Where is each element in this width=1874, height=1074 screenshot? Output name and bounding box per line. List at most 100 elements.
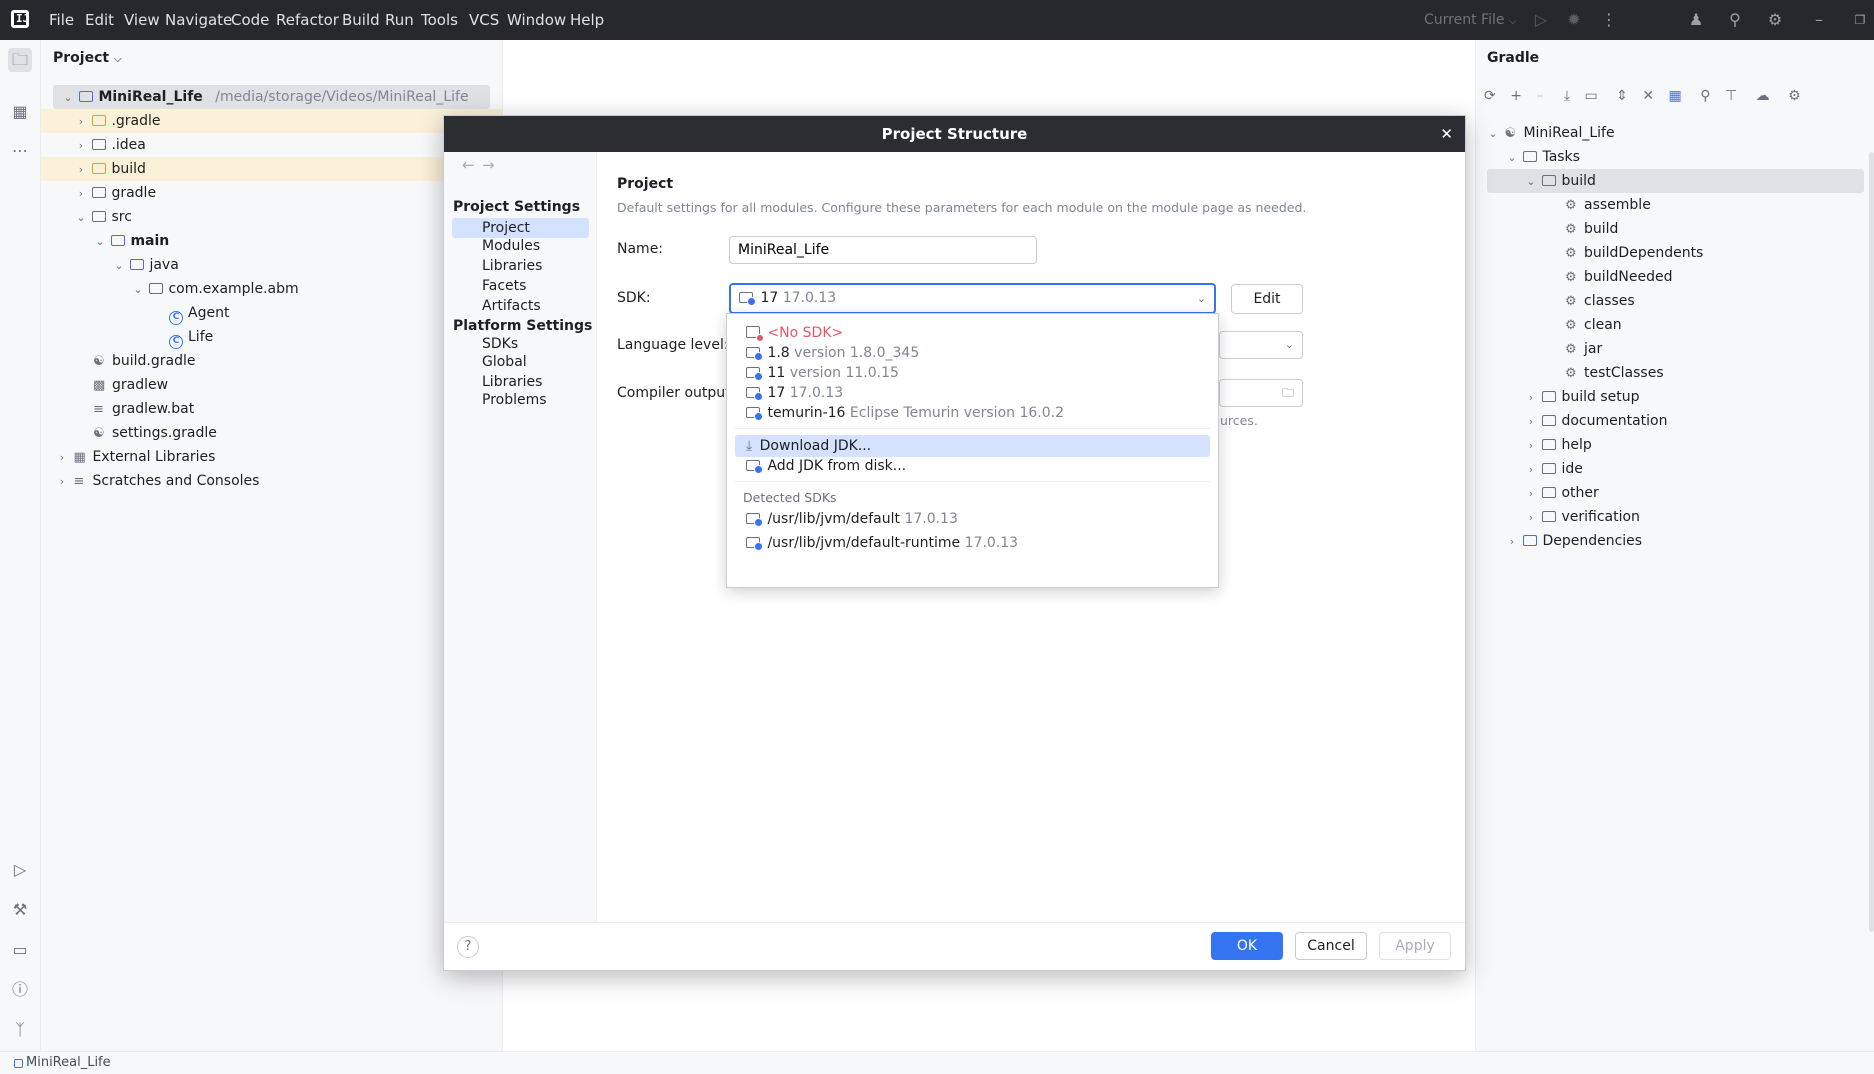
tree-item-java[interactable]: ⌄ java	[41, 253, 503, 277]
back-arrow-icon[interactable]: ←	[462, 156, 475, 174]
menu-vcs[interactable]: VCS	[469, 0, 499, 40]
language-level-combobox-edge[interactable]: ⌄	[1219, 331, 1303, 359]
menu-window[interactable]: Window	[507, 0, 566, 40]
link-project-icon[interactable]: ▦	[1669, 88, 1682, 104]
browse-folder-icon[interactable]: 🗀	[1282, 380, 1294, 406]
tree-item-external-libraries[interactable]: › ▦ External Libraries	[41, 445, 503, 469]
gradle-task[interactable]: ⚙ testClasses	[1565, 361, 1664, 385]
status-project-name[interactable]: MiniReal_Life	[26, 1052, 111, 1074]
close-icon[interactable]: ✕	[1440, 116, 1453, 152]
collapse-all-icon[interactable]: ✕	[1642, 88, 1654, 104]
menu-navigate[interactable]: Navigate	[165, 0, 232, 40]
tree-item-build[interactable]: › build	[41, 157, 503, 181]
menu-file[interactable]: File	[49, 0, 74, 40]
build-hammer-icon[interactable]: ⚒	[8, 898, 32, 922]
cloud-icon[interactable]: ☁	[1756, 88, 1770, 104]
compiler-output-field-edge[interactable]: 🗀	[1219, 379, 1303, 407]
analyze-icon[interactable]: ⚲	[1700, 88, 1710, 104]
sdk-option[interactable]: 1.8 version 1.8.0_345	[735, 342, 1210, 364]
add-user-icon[interactable]: ♟	[1686, 10, 1706, 30]
gradle-group[interactable]: › build setup	[1524, 385, 1640, 409]
remove-icon[interactable]: –	[1536, 88, 1543, 104]
tree-item-src[interactable]: ⌄ src	[41, 205, 503, 229]
tree-item-package[interactable]: ⌄ com.example.abm	[41, 277, 503, 301]
menu-tools[interactable]: Tools	[421, 0, 458, 40]
more-actions-icon[interactable]: ⋮	[1599, 10, 1619, 30]
services-icon[interactable]: ▷	[8, 858, 32, 882]
cancel-button[interactable]: Cancel	[1295, 932, 1367, 960]
nav-item-sdks[interactable]: SDKs	[452, 334, 589, 354]
menu-view[interactable]: View	[124, 0, 160, 40]
name-field[interactable]	[729, 236, 1037, 264]
tree-item-main[interactable]: ⌄ main	[41, 229, 503, 253]
structure-icon[interactable]: ▦	[8, 100, 32, 124]
tree-item-idea[interactable]: › .idea	[41, 133, 503, 157]
debug-icon[interactable]: ✹	[1564, 10, 1584, 30]
tree-item-scratches[interactable]: › ≡ Scratches and Consoles	[41, 469, 503, 493]
gradle-task[interactable]: ⚙ assemble	[1565, 193, 1651, 217]
gradle-settings-icon[interactable]: ⚙	[1788, 88, 1801, 104]
add-icon[interactable]: +	[1510, 88, 1522, 104]
gradle-tasks[interactable]: ⌄ Tasks	[1505, 145, 1580, 169]
gradle-task[interactable]: ⚙ buildNeeded	[1565, 265, 1673, 289]
forward-arrow-icon[interactable]: →	[482, 156, 495, 174]
gradle-group[interactable]: › help	[1524, 433, 1592, 457]
gradle-group-build[interactable]: ⌄ build	[1487, 169, 1864, 193]
help-button[interactable]: ?	[457, 936, 479, 958]
nav-item-problems[interactable]: Problems	[452, 390, 589, 410]
gradle-group[interactable]: › verification	[1524, 505, 1640, 529]
sdk-option[interactable]: 11 version 11.0.15	[735, 362, 1210, 384]
download-icon[interactable]: ⤓	[1564, 88, 1570, 104]
gradle-root[interactable]: ⌄ ☯ MiniReal_Life	[1486, 121, 1614, 145]
edit-sdk-button[interactable]: Edit	[1231, 284, 1303, 314]
nav-item-project[interactable]: Project	[452, 218, 589, 238]
reload-icon[interactable]: ⟳	[1484, 88, 1496, 104]
gradle-task[interactable]: ⚙ build	[1565, 217, 1618, 241]
menu-code[interactable]: Code	[231, 0, 269, 40]
restore-icon[interactable]: ❐	[1850, 10, 1870, 30]
tree-item-agent[interactable]: C Agent	[41, 301, 503, 325]
detected-sdk-option[interactable]: /usr/lib/jvm/default-runtime 17.0.13	[735, 532, 1210, 554]
dialog-title-bar[interactable]: Project Structure ✕	[444, 116, 1465, 152]
run-config-selector[interactable]: Current File ⌵	[1424, 10, 1517, 30]
toggle-offline-icon[interactable]: ⊤	[1725, 88, 1737, 104]
gradle-group[interactable]: › other	[1524, 481, 1599, 505]
search-icon[interactable]: ⚲	[1725, 10, 1745, 30]
tree-item-dot-gradle[interactable]: › .gradle	[41, 109, 503, 133]
nav-item-facets[interactable]: Facets	[452, 276, 589, 296]
expand-all-icon[interactable]: ⇕	[1616, 88, 1628, 104]
download-jdk-option[interactable]: ⤓ Download JDK...	[735, 435, 1210, 457]
git-icon[interactable]: ᛉ	[8, 1018, 32, 1042]
menu-help[interactable]: Help	[570, 0, 604, 40]
tree-item-gradlew[interactable]: ▩ gradlew	[41, 373, 503, 397]
problems-icon[interactable]: ⓘ	[8, 978, 32, 1002]
sdk-option-no-sdk[interactable]: <No SDK>	[735, 322, 1210, 344]
settings-gear-icon[interactable]: ⚙	[1765, 10, 1785, 30]
run-icon[interactable]: ▷	[1531, 10, 1551, 30]
nav-item-artifacts[interactable]: Artifacts	[452, 296, 589, 316]
intellij-logo-icon[interactable]: IJ	[11, 10, 29, 28]
menu-run[interactable]: Run	[385, 0, 414, 40]
gradle-group[interactable]: › documentation	[1524, 409, 1668, 433]
tree-item-life[interactable]: C Life	[41, 325, 503, 349]
project-folder-icon[interactable]: 🗀	[8, 48, 32, 72]
ok-button[interactable]: OK	[1211, 932, 1283, 960]
gradle-task[interactable]: ⚙ clean	[1565, 313, 1622, 337]
sdk-option[interactable]: 17 17.0.13	[735, 382, 1210, 404]
menu-refactor[interactable]: Refactor	[276, 0, 339, 40]
detected-sdk-option[interactable]: /usr/lib/jvm/default 17.0.13	[735, 508, 1210, 530]
more-tools-icon[interactable]: ⋯	[8, 139, 32, 163]
gradle-task[interactable]: ⚙ classes	[1565, 289, 1635, 313]
add-jdk-option[interactable]: Add JDK from disk...	[735, 455, 1210, 477]
gradle-task[interactable]: ⚙ jar	[1565, 337, 1602, 361]
tree-item-gradle[interactable]: › gradle	[41, 181, 503, 205]
tree-item-build-gradle[interactable]: ☯ build.gradle	[41, 349, 503, 373]
nav-item-modules[interactable]: Modules	[452, 236, 589, 256]
gradle-scrollbar[interactable]	[1869, 152, 1874, 932]
project-panel-header[interactable]: Project ⌵	[53, 50, 122, 66]
nav-item-global-libraries[interactable]: Global Libraries	[452, 352, 589, 390]
menu-build[interactable]: Build	[342, 0, 380, 40]
gradle-group[interactable]: › ide	[1524, 457, 1583, 481]
terminal-icon[interactable]: ▭	[8, 938, 32, 962]
nav-item-libraries[interactable]: Libraries	[452, 256, 589, 276]
